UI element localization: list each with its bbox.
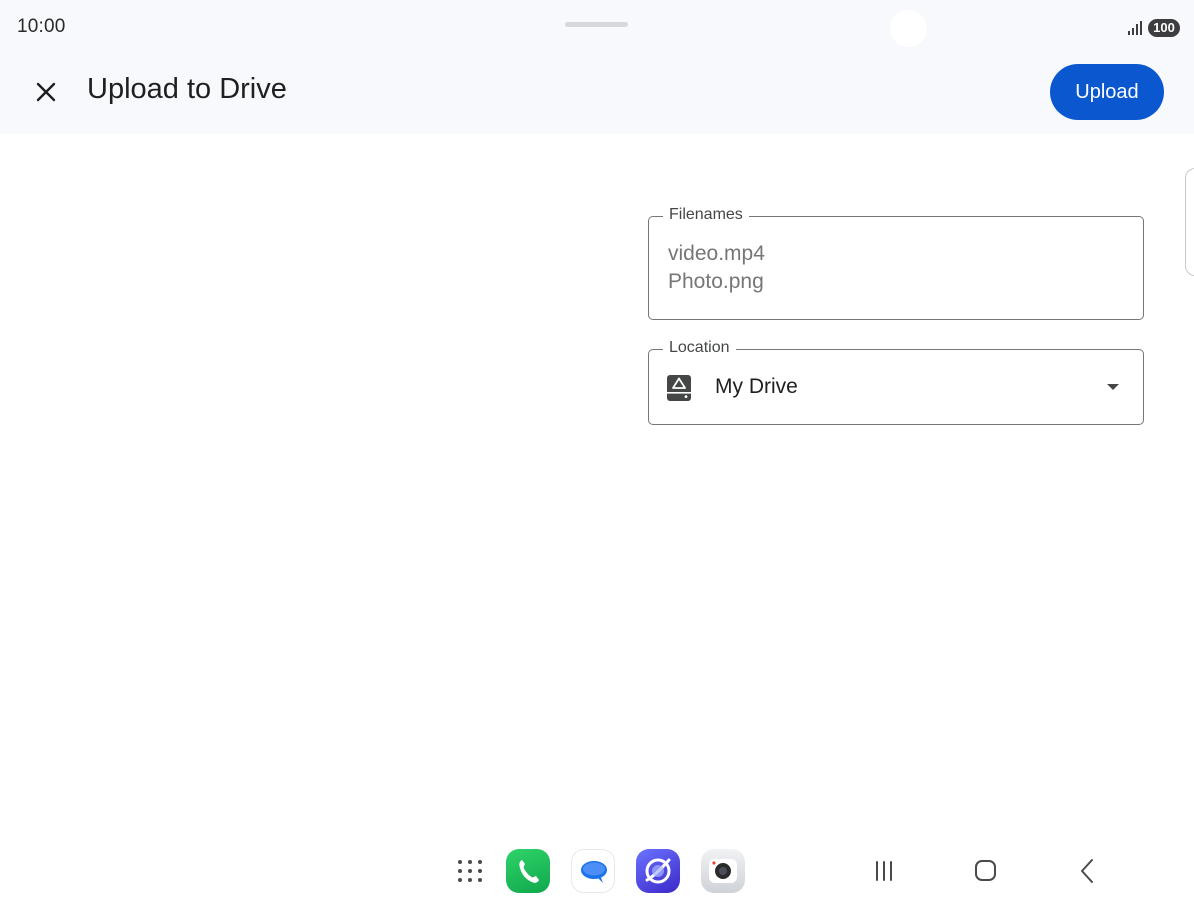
app-bar: 10:00 100 Upload to Drive Upload bbox=[0, 0, 1194, 134]
home-icon bbox=[975, 860, 996, 881]
internet-app-icon[interactable] bbox=[636, 849, 680, 893]
messages-icon bbox=[581, 861, 607, 883]
recents-button[interactable] bbox=[866, 855, 902, 887]
page-title: Upload to Drive bbox=[87, 73, 287, 105]
close-button[interactable] bbox=[22, 68, 70, 116]
drag-handle[interactable] bbox=[565, 22, 628, 27]
my-drive-icon bbox=[667, 375, 691, 401]
battery-icon: 100 bbox=[1148, 19, 1180, 37]
filenames-list: video.mp4 Photo.png bbox=[668, 240, 765, 296]
camera-app-icon[interactable] bbox=[701, 849, 745, 893]
status-time: 10:00 bbox=[17, 16, 66, 37]
location-value: My Drive bbox=[715, 375, 798, 398]
filename-item: video.mp4 bbox=[668, 242, 765, 265]
edge-panel-handle[interactable] bbox=[1185, 168, 1194, 276]
back-button[interactable] bbox=[1069, 855, 1105, 887]
home-button[interactable] bbox=[967, 855, 1003, 887]
phone-icon bbox=[519, 860, 539, 883]
close-icon bbox=[36, 82, 56, 102]
phone-app-icon[interactable] bbox=[506, 849, 550, 893]
location-select[interactable]: Location My Drive bbox=[648, 339, 1144, 425]
dropdown-arrow-icon bbox=[1107, 384, 1119, 390]
signal-icon bbox=[1128, 21, 1142, 35]
upload-to-drive-screen: 10:00 100 Upload to Drive Upload Filenam… bbox=[0, 0, 1194, 901]
recents-icon bbox=[876, 861, 892, 881]
messages-app-icon[interactable] bbox=[571, 849, 615, 893]
internet-icon bbox=[645, 858, 671, 884]
back-icon bbox=[1081, 859, 1093, 883]
apps-grid-icon[interactable] bbox=[456, 857, 484, 885]
filename-item: Photo.png bbox=[668, 270, 764, 293]
camera-cutout bbox=[890, 10, 927, 47]
upload-button[interactable]: Upload bbox=[1050, 64, 1164, 120]
filenames-label: Filenames bbox=[663, 206, 749, 224]
location-label: Location bbox=[663, 339, 736, 357]
filenames-field[interactable]: Filenames video.mp4 Photo.png bbox=[648, 206, 1144, 320]
camera-icon bbox=[709, 859, 737, 883]
